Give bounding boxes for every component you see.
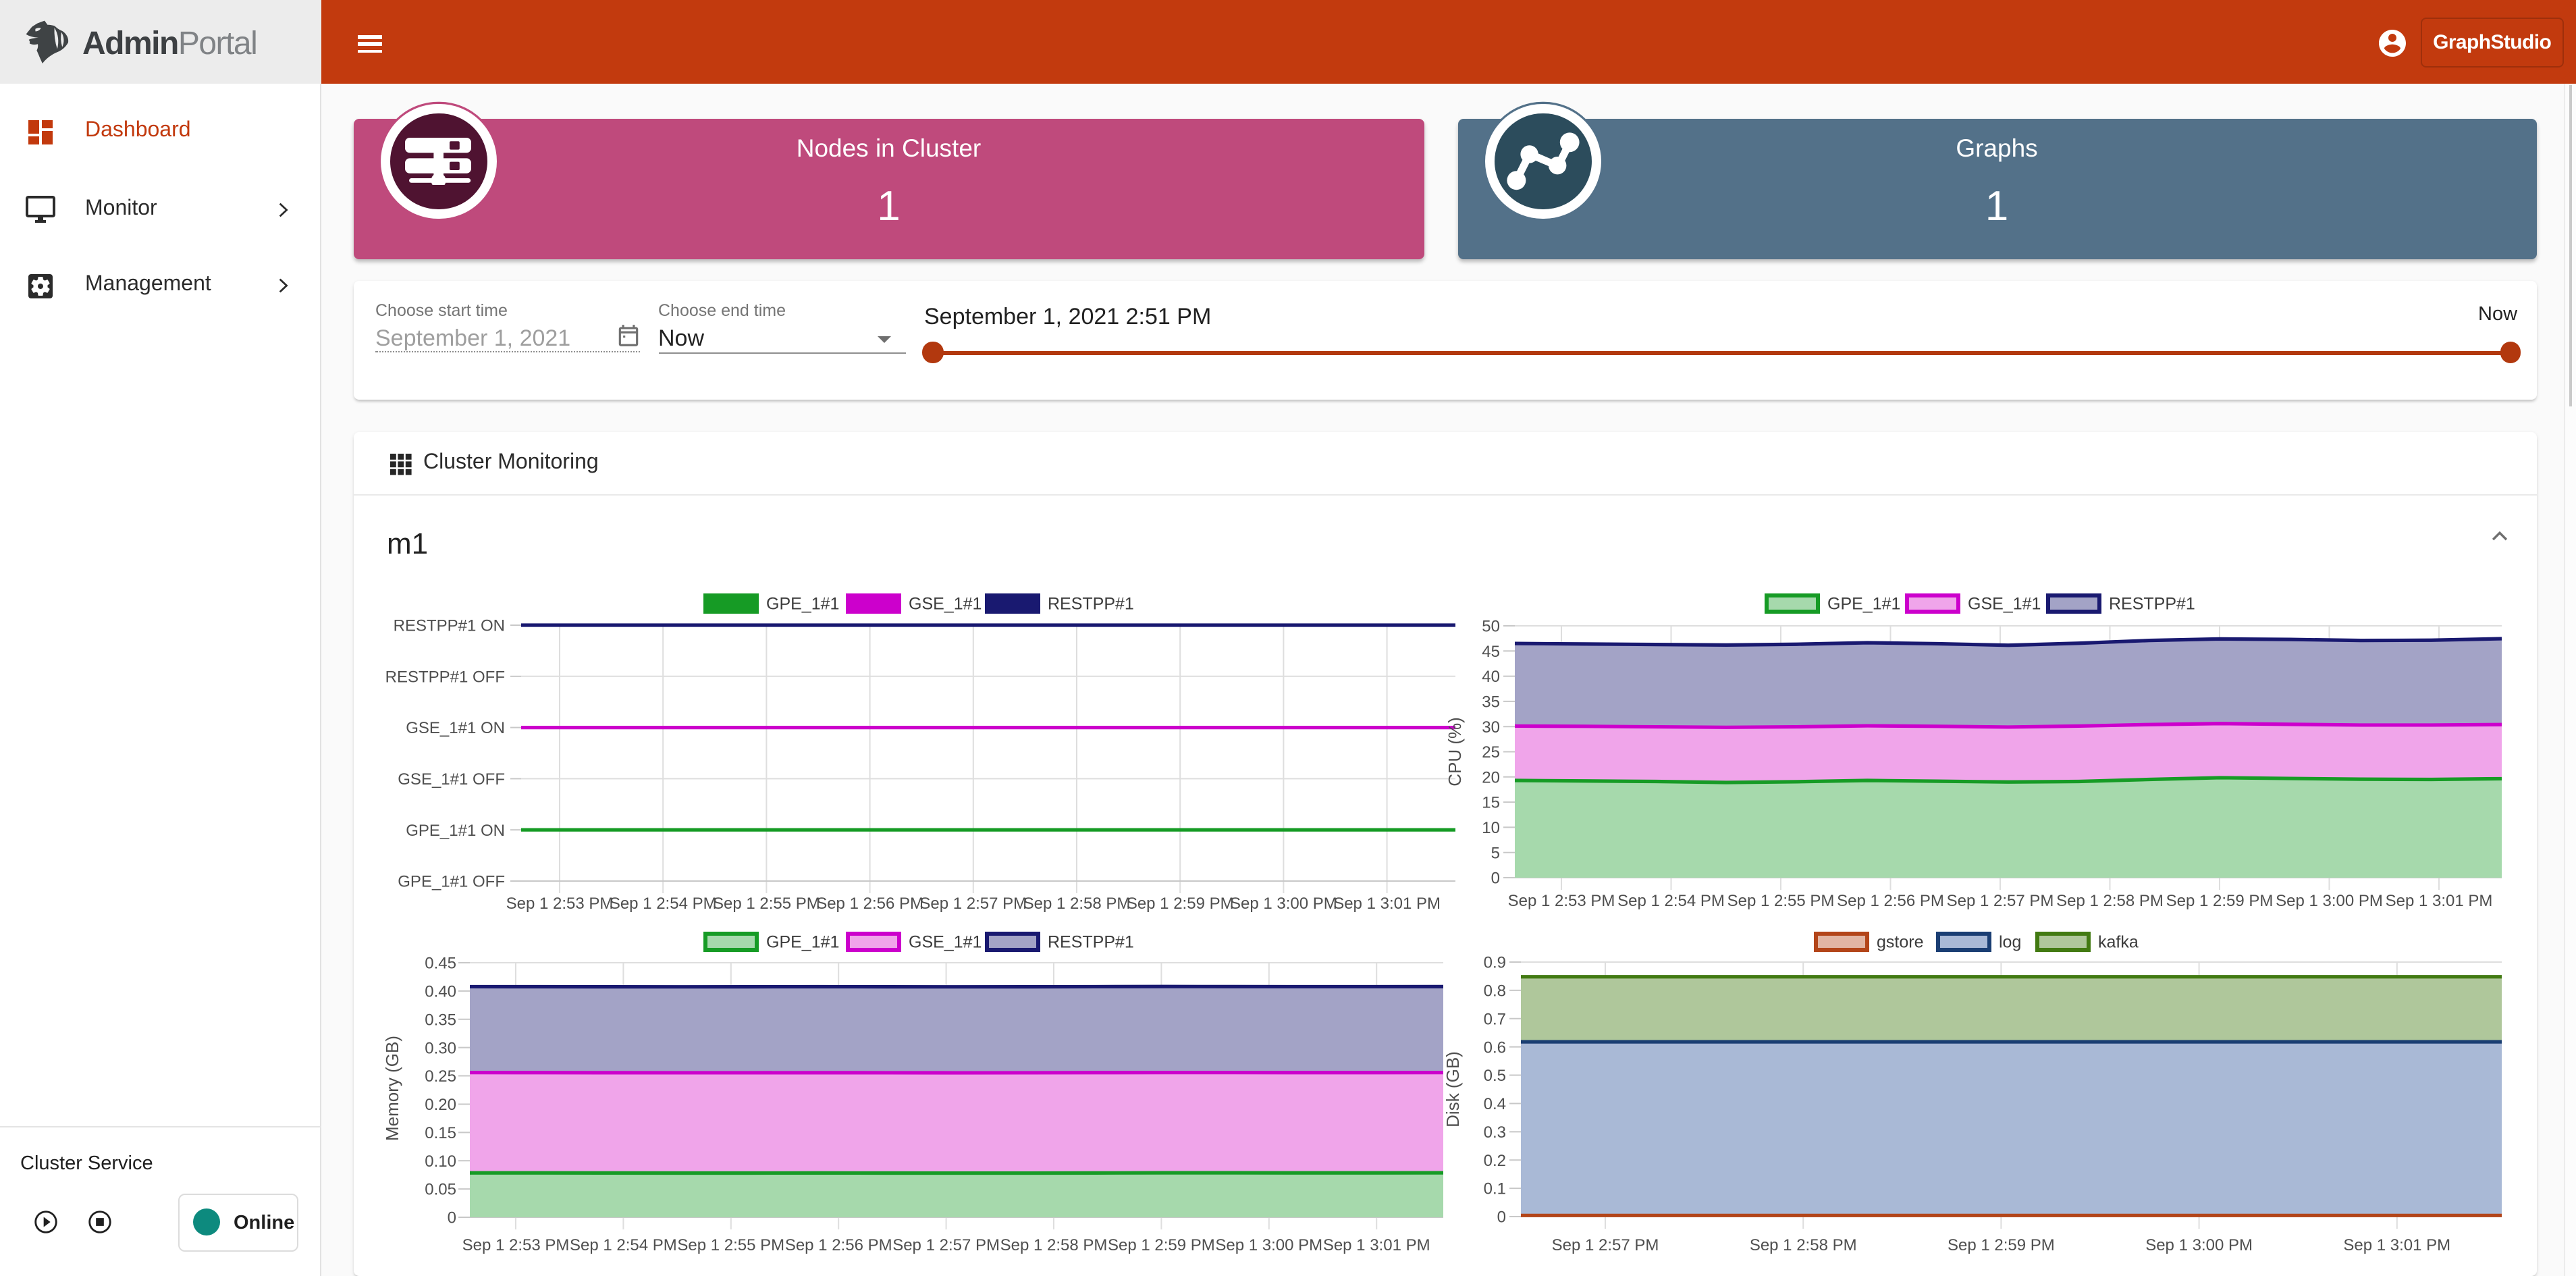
svg-text:GSE_1#1: GSE_1#1 [908,933,981,952]
svg-text:GPE_1#1 ON: GPE_1#1 ON [405,822,504,840]
svg-text:Sep 1 2:54 PM: Sep 1 2:54 PM [609,895,716,913]
svg-text:30: 30 [1481,718,1499,737]
svg-text:0.30: 0.30 [424,1039,456,1057]
svg-text:CPU (%): CPU (%) [1444,717,1464,787]
svg-text:0.8: 0.8 [1483,982,1505,1000]
svg-text:Sep 1 3:01 PM: Sep 1 3:01 PM [1322,1236,1430,1254]
svg-text:0.05: 0.05 [424,1181,456,1199]
svg-text:Sep 1 2:58 PM: Sep 1 2:58 PM [2056,892,2163,910]
svg-text:10: 10 [1481,819,1499,837]
svg-text:GPE_1#1: GPE_1#1 [1827,595,1900,614]
svg-text:Sep 1 2:59 PM: Sep 1 2:59 PM [1947,1236,2054,1254]
svg-text:RESTPP#1: RESTPP#1 [1047,595,1133,614]
svg-text:0.5: 0.5 [1483,1067,1505,1085]
svg-text:Sep 1 2:56 PM: Sep 1 2:56 PM [815,895,923,913]
svg-text:Sep 1 2:58 PM: Sep 1 2:58 PM [1749,1236,1856,1254]
svg-text:Sep 1 2:56 PM: Sep 1 2:56 PM [784,1236,892,1254]
svg-text:Memory (GB): Memory (GB) [381,1036,402,1141]
svg-text:0.1: 0.1 [1483,1180,1505,1198]
svg-text:RESTPP#1 OFF: RESTPP#1 OFF [385,668,504,686]
svg-text:0.7: 0.7 [1483,1010,1505,1028]
svg-text:15: 15 [1481,794,1499,812]
svg-text:Sep 1 2:58 PM: Sep 1 2:58 PM [1000,1236,1107,1254]
svg-text:0.6: 0.6 [1483,1038,1505,1057]
svg-text:kafka: kafka [2097,933,2138,952]
svg-text:RESTPP#1: RESTPP#1 [2108,595,2195,614]
svg-text:GSE_1#1: GSE_1#1 [908,595,981,614]
svg-text:Sep 1 2:54 PM: Sep 1 2:54 PM [1617,892,1724,910]
svg-text:Sep 1 2:57 PM: Sep 1 2:57 PM [1946,892,2054,910]
svg-text:0.45: 0.45 [424,955,456,973]
svg-text:0.3: 0.3 [1483,1123,1505,1142]
svg-text:Sep 1 3:00 PM: Sep 1 3:00 PM [2275,892,2382,910]
svg-text:RESTPP#1 ON: RESTPP#1 ON [393,617,504,635]
svg-text:Sep 1 2:55 PM: Sep 1 2:55 PM [1727,892,1834,910]
svg-text:Sep 1 2:57 PM: Sep 1 2:57 PM [892,1236,999,1254]
svg-text:0.4: 0.4 [1483,1095,1505,1113]
svg-text:log: log [1998,933,2020,952]
svg-text:GPE_1#1: GPE_1#1 [766,595,838,614]
svg-text:25: 25 [1481,743,1499,762]
svg-text:Sep 1 2:57 PM: Sep 1 2:57 PM [1551,1236,1659,1254]
svg-text:50: 50 [1481,618,1499,636]
svg-text:gstore: gstore [1876,933,1923,952]
svg-text:Sep 1 2:53 PM: Sep 1 2:53 PM [462,1236,569,1254]
svg-text:GSE_1#1 OFF: GSE_1#1 OFF [397,770,504,789]
svg-text:Sep 1 2:57 PM: Sep 1 2:57 PM [919,895,1026,913]
svg-text:Sep 1 3:01 PM: Sep 1 3:01 PM [2342,1236,2450,1254]
svg-text:GSE_1#1 ON: GSE_1#1 ON [405,719,504,737]
svg-text:0.25: 0.25 [424,1067,456,1086]
svg-text:0: 0 [1491,870,1499,888]
svg-text:0.40: 0.40 [424,982,456,1001]
svg-text:Sep 1 3:00 PM: Sep 1 3:00 PM [1229,895,1337,913]
svg-text:0: 0 [1497,1208,1505,1227]
svg-text:45: 45 [1481,643,1499,661]
svg-text:0.15: 0.15 [424,1124,456,1142]
svg-text:5: 5 [1491,844,1499,862]
svg-text:35: 35 [1481,693,1499,712]
svg-text:0: 0 [447,1209,456,1227]
svg-text:Sep 1 2:55 PM: Sep 1 2:55 PM [676,1236,784,1254]
svg-text:GPE_1#1 OFF: GPE_1#1 OFF [397,873,504,891]
svg-text:0.2: 0.2 [1483,1152,1505,1170]
svg-text:GSE_1#1: GSE_1#1 [1967,595,2040,614]
svg-text:RESTPP#1: RESTPP#1 [1047,933,1133,952]
svg-text:Sep 1 2:56 PM: Sep 1 2:56 PM [1836,892,1943,910]
svg-text:Sep 1 2:53 PM: Sep 1 2:53 PM [1507,892,1615,910]
svg-text:0.35: 0.35 [424,1011,456,1029]
svg-text:40: 40 [1481,668,1499,686]
svg-text:Sep 1 3:00 PM: Sep 1 3:00 PM [1214,1236,1322,1254]
svg-text:Sep 1 3:01 PM: Sep 1 3:01 PM [2385,892,2492,910]
svg-text:0.10: 0.10 [424,1152,456,1171]
svg-text:Disk (GB): Disk (GB) [1442,1051,1462,1127]
svg-text:Sep 1 2:59 PM: Sep 1 2:59 PM [2166,892,2273,910]
svg-text:Sep 1 2:59 PM: Sep 1 2:59 PM [1107,1236,1214,1254]
svg-text:Sep 1 2:59 PM: Sep 1 2:59 PM [1126,895,1233,913]
svg-text:GPE_1#1: GPE_1#1 [766,933,838,952]
svg-text:Sep 1 3:01 PM: Sep 1 3:01 PM [1333,895,1440,913]
svg-text:Sep 1 2:55 PM: Sep 1 2:55 PM [712,895,820,913]
svg-text:0.20: 0.20 [424,1096,456,1114]
svg-text:Sep 1 2:53 PM: Sep 1 2:53 PM [506,895,613,913]
svg-text:20: 20 [1481,768,1499,787]
svg-text:Sep 1 2:58 PM: Sep 1 2:58 PM [1023,895,1130,913]
svg-text:Sep 1 3:00 PM: Sep 1 3:00 PM [2145,1236,2252,1254]
svg-text:0.9: 0.9 [1483,954,1505,972]
svg-text:Sep 1 2:54 PM: Sep 1 2:54 PM [569,1236,676,1254]
